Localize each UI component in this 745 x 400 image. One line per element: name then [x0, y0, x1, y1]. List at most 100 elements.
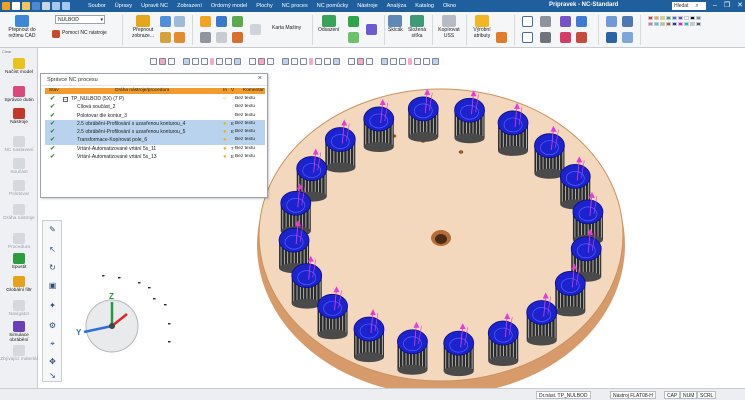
nav-item[interactable]: Globální filtr	[0, 276, 38, 293]
visibility-bulb-icon[interactable]: ●	[223, 154, 228, 160]
pocket-cavity[interactable]	[497, 110, 529, 136]
zoom-all-icon[interactable]	[622, 16, 633, 27]
arrow-icon[interactable]: ↘	[48, 371, 57, 380]
view-tool-icon[interactable]	[276, 58, 280, 65]
color-swatch[interactable]	[684, 22, 689, 26]
view-tool-icon[interactable]	[210, 58, 214, 65]
app-menu-icon[interactable]	[2, 2, 10, 10]
color-swatch[interactable]	[648, 16, 653, 20]
zoom-window-icon[interactable]	[622, 32, 633, 43]
procedure-row[interactable]: ✔ Transformace-Kopírovat pole_6 ● Bez textu	[45, 136, 265, 145]
menu-item[interactable]: Soubor	[88, 3, 106, 9]
view-tool-icon[interactable]	[249, 58, 256, 65]
color-icon[interactable]	[576, 32, 587, 43]
menu-item[interactable]: Nástroje	[357, 3, 377, 9]
view-tool-icon[interactable]	[267, 58, 274, 65]
color-swatch[interactable]	[654, 22, 659, 26]
spark-icon[interactable]: ✦	[48, 301, 57, 310]
view-tool-icon[interactable]	[441, 58, 445, 65]
visibility-bulb-icon[interactable]: ●	[223, 121, 228, 127]
cursor-icon[interactable]: ↖	[48, 245, 57, 254]
visibility-bulb-icon[interactable]: ○	[223, 96, 228, 102]
nav-item[interactable]: Simulace obrábění	[0, 321, 38, 343]
pocket-cavity[interactable]	[526, 300, 558, 325]
view-tool-icon[interactable]	[234, 58, 241, 65]
text-icon[interactable]	[540, 32, 551, 43]
view-tool-icon[interactable]	[315, 58, 322, 65]
column-in[interactable]: In	[223, 88, 227, 94]
nav-item[interactable]: Načíst model	[0, 58, 38, 75]
surface-icon[interactable]	[348, 16, 359, 27]
procedure-row[interactable]: ✔ Polotovar dle kontur_3 Bez textu	[45, 112, 265, 120]
view-tool-icon[interactable]	[201, 58, 208, 65]
view-tool-icon[interactable]	[414, 58, 421, 65]
rotate-icon[interactable]: ↻	[48, 263, 57, 272]
view-tool-icon[interactable]	[390, 58, 397, 65]
holder-icon[interactable]	[174, 16, 185, 27]
view-tool-icon[interactable]	[243, 58, 247, 65]
procedure-row[interactable]: ✔ 2.5 obrábění-Profilování s uzavřenou ko…	[45, 119, 265, 129]
sheet-icon[interactable]	[216, 16, 227, 27]
nav-item[interactable]: Spustit	[0, 253, 38, 270]
menu-item[interactable]: Plochy	[256, 3, 273, 9]
view-tool-icon[interactable]	[291, 58, 298, 65]
color-swatch[interactable]	[660, 16, 665, 20]
pocket-cavity[interactable]	[397, 329, 428, 355]
procedure-row[interactable]: ✔ Vrtání-Automatizované vrtání 5x_11 ● 7 Bez…	[45, 145, 265, 153]
column-status[interactable]: Stav	[49, 88, 59, 94]
offset-button[interactable]: Odsazení	[318, 15, 339, 34]
pocket-cavity[interactable]	[363, 106, 395, 132]
view-tool-icon[interactable]	[423, 58, 430, 65]
sketcher-button[interactable]: Skicák	[388, 15, 403, 34]
pocket-cavity[interactable]	[291, 263, 323, 289]
visibility-bulb-icon[interactable]: ●	[223, 146, 228, 152]
view-tool-icon[interactable]	[432, 58, 439, 65]
stock-icon[interactable]	[160, 32, 171, 43]
menu-item[interactable]: Zobrazení	[177, 3, 202, 9]
view-tool-icon[interactable]	[168, 58, 175, 65]
spline-icon[interactable]	[366, 24, 377, 35]
menu-item[interactable]: NC pomůcky	[317, 3, 348, 9]
collapse-icon[interactable]: −	[63, 97, 68, 102]
color-swatch[interactable]	[672, 22, 677, 26]
color-swatch[interactable]	[696, 22, 701, 26]
column-v[interactable]: V	[231, 88, 234, 94]
composite-mesh-button[interactable]: Složená síťka	[406, 15, 428, 39]
pocket-cavity[interactable]	[317, 293, 348, 319]
boundary-icon[interactable]	[348, 32, 359, 43]
color-swatch[interactable]	[696, 16, 701, 20]
procedure-row[interactable]: ✔ 2.5 obrábění-Profilování s uzavřenou ko…	[45, 128, 265, 137]
info-icon[interactable]	[216, 32, 227, 43]
measure-icon[interactable]: ⌖	[48, 339, 57, 348]
color-swatch[interactable]	[678, 16, 683, 20]
zoom-icon[interactable]	[606, 16, 617, 27]
menu-item[interactable]: Ordorný model	[211, 3, 247, 9]
menu-item[interactable]: Analýza	[387, 3, 407, 9]
frame-icon[interactable]	[522, 32, 533, 43]
manufacturing-attributes-button[interactable]: Výrobní atributy	[470, 15, 494, 39]
view-tool-icon[interactable]	[150, 58, 157, 65]
visibility-bulb-icon[interactable]: ●	[223, 129, 228, 135]
pocket-cavity[interactable]	[353, 316, 385, 342]
view-tool-icon[interactable]	[375, 58, 379, 65]
layout-icon[interactable]	[200, 16, 211, 27]
view-tool-icon[interactable]	[333, 58, 340, 65]
shade-icon[interactable]	[560, 32, 571, 43]
view-tool-icon[interactable]	[216, 58, 223, 65]
procedure-row[interactable]: ✔ Cílová součást_2 Bez textu	[45, 103, 265, 111]
layer-icon[interactable]	[576, 16, 587, 27]
view-tool-icon[interactable]	[348, 58, 355, 65]
color-swatch[interactable]	[660, 22, 665, 26]
box-icon[interactable]: ▣	[48, 281, 57, 290]
menu-item[interactable]: Okno	[443, 3, 456, 9]
view-cube-icon[interactable]	[606, 32, 617, 43]
dimension-icon[interactable]	[540, 16, 551, 27]
undo-icon[interactable]	[52, 2, 60, 10]
view-tool-icon[interactable]	[282, 58, 289, 65]
filter-icon[interactable]	[496, 32, 507, 43]
view-tool-icon[interactable]	[342, 58, 346, 65]
save-icon[interactable]	[32, 2, 40, 10]
color-swatch[interactable]	[666, 22, 671, 26]
report-icon[interactable]	[232, 32, 243, 43]
nc-process-select[interactable]: NULBOD ▾	[55, 15, 105, 24]
